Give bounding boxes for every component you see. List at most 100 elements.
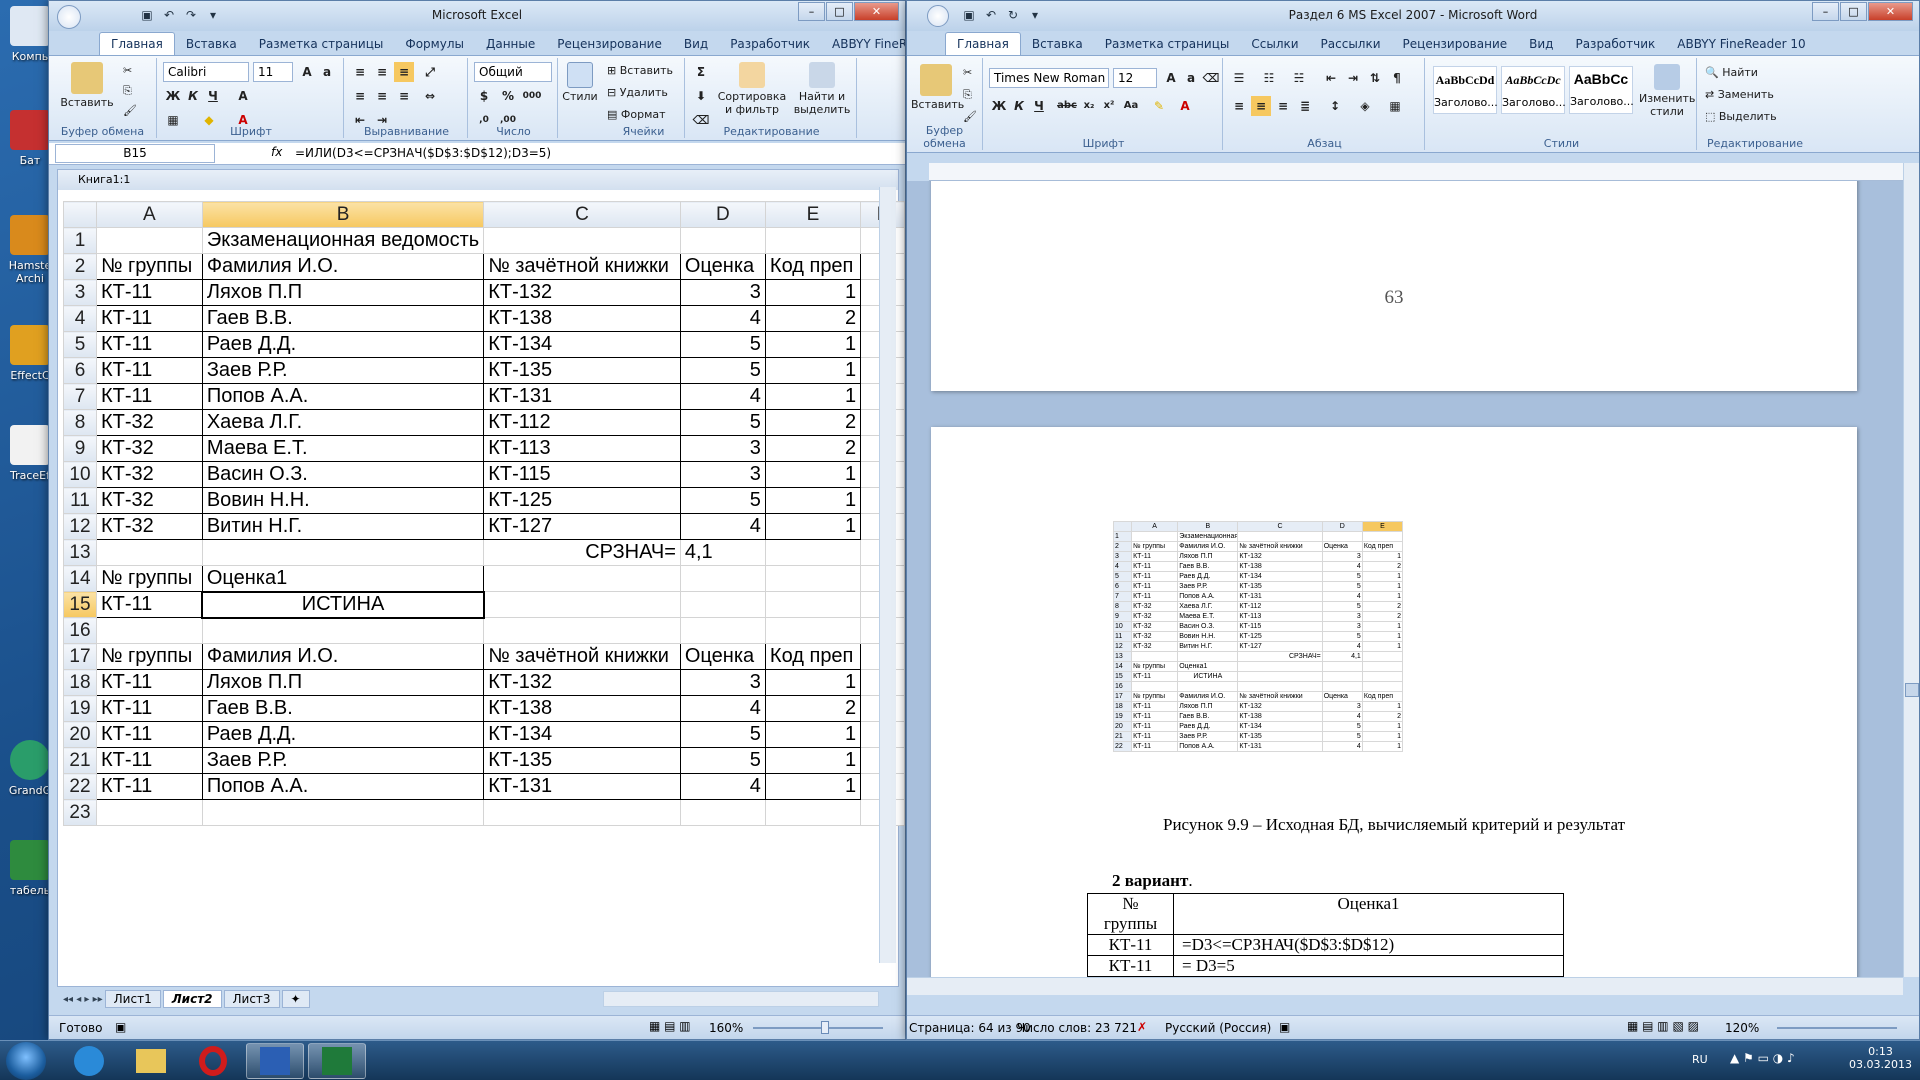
font-size-combo[interactable]: 11 [253, 62, 293, 82]
cell-grid[interactable]: A B C D E F 1Экзаменационная ведомость2№… [63, 201, 905, 826]
thousands-icon[interactable]: 000 [522, 86, 542, 106]
cell[interactable]: Код преп [764, 253, 862, 280]
cell[interactable] [764, 565, 862, 592]
cell[interactable]: Оценка [679, 643, 766, 670]
align-middle-icon[interactable]: ≡ [372, 62, 392, 82]
cell[interactable]: 4,1 [679, 539, 766, 566]
tab-page-layout[interactable]: Разметка страницы [1094, 33, 1241, 55]
cell[interactable]: 1 [764, 669, 862, 696]
decrease-indent-icon[interactable]: ⇤ [1321, 68, 1341, 88]
cell[interactable] [95, 227, 203, 254]
align-top-icon[interactable]: ≡ [350, 62, 370, 82]
cell[interactable]: 3 [679, 435, 766, 462]
cell[interactable]: Заев Р.Р. [201, 747, 485, 774]
styles-button[interactable]: Стили [559, 62, 601, 103]
cell[interactable]: КТ-134 [483, 721, 681, 748]
cell[interactable]: Оценка [679, 253, 766, 280]
explorer-taskbar-button[interactable] [122, 1043, 180, 1079]
cell[interactable]: КТ-11 [95, 695, 203, 722]
cell[interactable] [95, 799, 203, 826]
row-header[interactable]: 10 [63, 461, 97, 488]
cell[interactable] [679, 227, 766, 254]
row-header[interactable]: 19 [63, 695, 97, 722]
cell[interactable]: 1 [764, 461, 862, 488]
row-header[interactable]: 3 [63, 279, 97, 306]
align-left-icon[interactable]: ≡ [350, 86, 370, 106]
format-painter-icon[interactable]: 🖌 [963, 110, 977, 123]
cell[interactable] [764, 799, 862, 826]
cell[interactable]: 1 [764, 357, 862, 384]
underline-icon[interactable]: Ч [1029, 96, 1049, 116]
spellcheck-icon[interactable]: ✗ [1137, 1020, 1147, 1034]
subscript-icon[interactable]: x₂ [1079, 96, 1099, 116]
sort-filter-button[interactable]: Сортировка и фильтр [717, 62, 787, 116]
cell[interactable]: 4 [679, 773, 766, 800]
cell[interactable] [483, 227, 681, 254]
justify-icon[interactable]: ≣ [1295, 96, 1315, 116]
row-header[interactable]: 7 [63, 383, 97, 410]
excel-horizontal-scrollbar[interactable] [603, 991, 879, 1007]
cell[interactable]: Маева Е.Т. [201, 435, 485, 462]
row-header[interactable]: 5 [63, 331, 97, 358]
scroll-thumb[interactable] [1905, 683, 1919, 697]
font-name-combo[interactable]: Calibri [163, 62, 249, 82]
cell[interactable] [483, 617, 681, 644]
replace-button[interactable]: ⇄ Заменить [1705, 88, 1774, 101]
cell[interactable]: КТ-11 [95, 721, 203, 748]
cell[interactable]: 3 [679, 461, 766, 488]
row-header[interactable]: 17 [63, 643, 97, 670]
tab-abbyy[interactable]: ABBYY FineReader 10 [1666, 33, 1816, 55]
find-button[interactable]: 🔍 Найти [1705, 66, 1758, 79]
cell[interactable]: Ляхов П.П [201, 669, 485, 696]
cell[interactable]: КТ-132 [483, 669, 681, 696]
cell[interactable]: Витин Н.Г. [201, 513, 485, 540]
excel-taskbar-button[interactable] [308, 1043, 366, 1079]
row-header[interactable]: 13 [63, 539, 97, 566]
name-box[interactable]: B15 [55, 144, 215, 163]
select-button[interactable]: ⬚ Выделить [1705, 110, 1777, 123]
italic-icon[interactable]: К [1009, 96, 1029, 116]
align-center-icon[interactable]: ≡ [1251, 96, 1271, 116]
cell[interactable]: КТ-115 [483, 461, 681, 488]
currency-icon[interactable]: $ [474, 86, 494, 106]
row-header[interactable]: 16 [63, 617, 97, 644]
shrink-font-icon[interactable]: a [1181, 68, 1201, 88]
column-header[interactable]: B [201, 201, 485, 228]
increase-indent-icon[interactable]: ⇥ [1343, 68, 1363, 88]
zoom-slider-thumb[interactable] [821, 1021, 829, 1034]
cell[interactable] [679, 565, 766, 592]
cell[interactable]: 2 [764, 305, 862, 332]
cell[interactable]: КТ-11 [95, 591, 203, 618]
cell[interactable]: КТ-32 [95, 513, 203, 540]
cell[interactable]: № зачётной книжки [483, 643, 681, 670]
autosum-icon[interactable]: Σ [691, 62, 711, 82]
shading-icon[interactable]: ◈ [1355, 96, 1375, 116]
cell[interactable]: 2 [764, 435, 862, 462]
tab-view[interactable]: Вид [673, 33, 719, 55]
excel-vertical-scrollbar[interactable] [879, 187, 896, 963]
cell[interactable]: 5 [679, 721, 766, 748]
row-header[interactable]: 21 [63, 747, 97, 774]
cell[interactable] [201, 539, 485, 566]
column-header[interactable]: C [483, 201, 681, 228]
zoom-slider[interactable] [1777, 1027, 1897, 1029]
cell[interactable]: 1 [764, 773, 862, 800]
tray-icons[interactable]: ▲ ⚑ ▭ ◑ ♪ [1730, 1051, 1795, 1065]
change-styles-button[interactable]: Изменить стили [1639, 64, 1695, 118]
cell[interactable]: 5 [679, 747, 766, 774]
row-header[interactable]: 1 [63, 227, 97, 254]
cell[interactable] [201, 799, 485, 826]
cell[interactable]: 1 [764, 383, 862, 410]
sort-icon[interactable]: ⇅ [1365, 68, 1385, 88]
cell[interactable]: КТ-127 [483, 513, 681, 540]
format-painter-icon[interactable]: 🖌 [123, 104, 137, 117]
strikethrough-icon[interactable]: abc [1057, 96, 1077, 116]
macro-record-icon[interactable]: ▣ [115, 1020, 126, 1034]
zoom-slider[interactable] [753, 1027, 883, 1029]
grow-font-icon-2[interactable]: A [233, 86, 253, 106]
italic-icon[interactable]: К [183, 86, 203, 106]
cell[interactable]: КТ-112 [483, 409, 681, 436]
tab-page-layout[interactable]: Разметка страницы [248, 33, 395, 55]
cell[interactable] [764, 591, 862, 618]
pilcrow-icon[interactable]: ¶ [1387, 68, 1407, 88]
